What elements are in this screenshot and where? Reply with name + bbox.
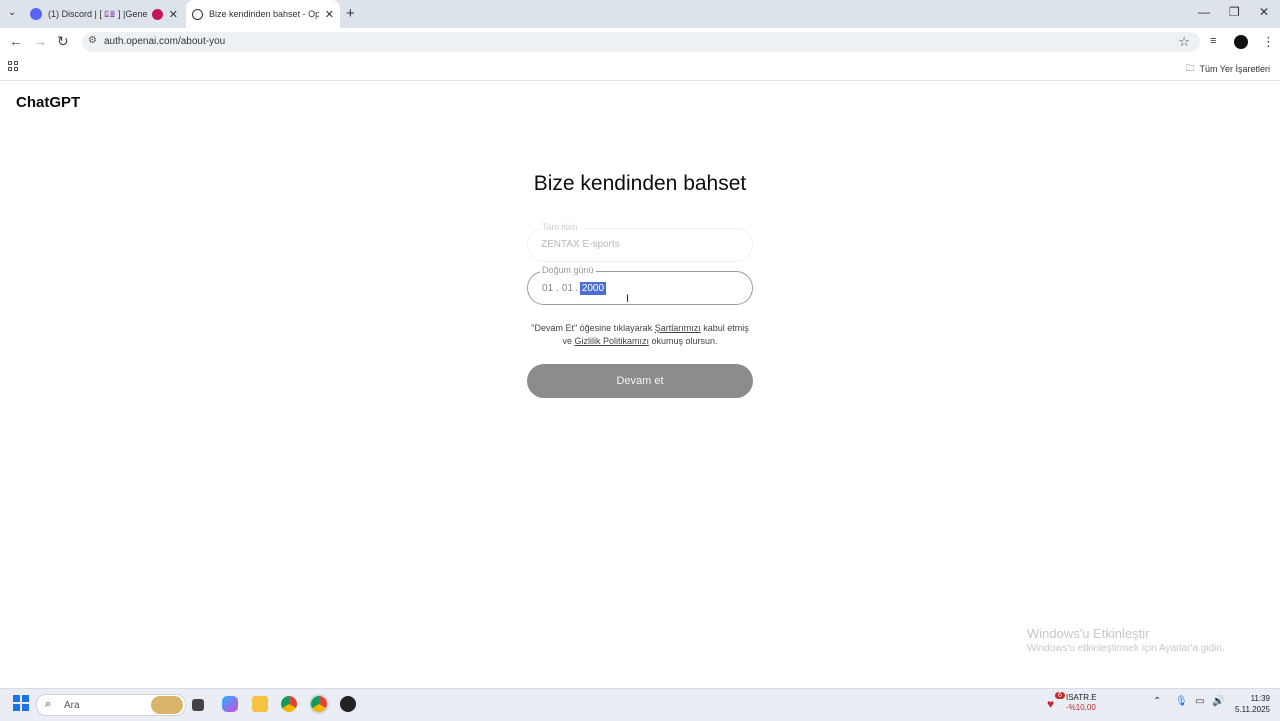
search-highlight-image (151, 696, 183, 714)
volume-icon[interactable]: 🔊 (1212, 696, 1224, 707)
taskbar-search[interactable]: ⌕ Ara (36, 694, 186, 716)
privacy-link[interactable]: Gizlilik Politikamızı (574, 336, 649, 346)
tab-title: (1) Discord | [ 💷 ] |General (48, 8, 148, 19)
copilot-icon[interactable] (222, 696, 238, 712)
close-window-icon[interactable]: ✕ (1259, 5, 1269, 19)
activation-watermark-title: Windows'u Etkinleştir (1027, 626, 1150, 641)
address-bar[interactable]: ⚙ auth.openai.com/about-you ☆ (82, 32, 1200, 52)
app-icon[interactable] (340, 696, 356, 712)
forward-icon[interactable]: → (33, 33, 47, 49)
openai-icon (192, 8, 203, 20)
new-tab-icon[interactable]: + (346, 5, 355, 22)
system-clock[interactable]: 11:39 5.11.2025 (1235, 693, 1270, 715)
back-icon[interactable]: ← (9, 33, 23, 49)
network-icon[interactable]: ▭ (1195, 696, 1204, 707)
continue-button[interactable]: Devam et (527, 364, 753, 398)
clock-time: 11:39 (1250, 694, 1270, 703)
folder-icon: 🗀 (1185, 63, 1195, 73)
stock-badge: 6 (1055, 692, 1065, 699)
file-explorer-icon[interactable] (252, 696, 268, 712)
terms-text: "Devam Et" öğesine tıklayarak (531, 323, 655, 333)
activation-watermark-text: Windows'u etkinleştirmek için Ayarlar'a … (1027, 643, 1225, 654)
full-name-field[interactable]: Tam isim ZENTAX E-sports (527, 222, 753, 262)
terms-text: okumuş olursun. (648, 336, 718, 346)
chrome-icon[interactable] (281, 696, 297, 712)
media-control-icon[interactable]: ≡ (1210, 35, 1216, 47)
search-icon: ⌕ (45, 698, 52, 710)
birthday-label: Doğum günü (540, 265, 596, 275)
chrome-active-icon[interactable] (311, 696, 327, 712)
text-cursor-icon: I (626, 293, 630, 305)
clock-date: 5.11.2025 (1235, 705, 1270, 714)
all-bookmarks-label: Tüm Yer İşaretleri (1199, 64, 1270, 74)
apps-icon[interactable] (8, 61, 18, 71)
birthday-day[interactable]: 01 (542, 283, 553, 294)
close-tab-icon[interactable]: ✕ (169, 8, 178, 21)
birthday-value: 01 . 01 . 2000 (542, 282, 607, 295)
menu-icon[interactable]: ⋮ (1262, 34, 1275, 50)
microphone-icon[interactable]: 🎙 (1175, 696, 1188, 707)
discord-icon (30, 8, 42, 20)
tray-chevron-icon[interactable]: ⌃ (1153, 696, 1161, 707)
restore-icon[interactable]: ❐ (1229, 5, 1240, 19)
terms-link[interactable]: Şartlarımızı (655, 323, 701, 333)
site-info-icon[interactable]: ⚙ (88, 35, 97, 46)
close-tab-icon[interactable]: ✕ (325, 8, 334, 21)
page-title: Bize kendinden bahset (533, 172, 747, 195)
full-name-value: ZENTAX E-sports (541, 239, 620, 250)
bookmarks-bar (0, 56, 1280, 81)
tab-openai[interactable]: Bize kendinden bahset - OpenAI ✕ (186, 0, 340, 28)
tab-search-chevron-icon[interactable]: ⌄ (8, 7, 16, 18)
minimize-icon[interactable]: — (1198, 5, 1210, 19)
date-separator: . (575, 283, 578, 294)
terms-notice: "Devam Et" öğesine tıklayarak Şartlarımı… (527, 322, 753, 348)
birthday-field[interactable]: Doğum günü 01 . 01 . 2000 (527, 265, 753, 305)
brand-logo: ChatGPT (16, 94, 81, 111)
tab-discord[interactable]: (1) Discord | [ 💷 ] |General ✕ (24, 0, 184, 28)
bookmark-star-icon[interactable]: ☆ (1178, 34, 1190, 50)
task-view-icon[interactable] (192, 699, 204, 711)
profile-avatar[interactable] (1234, 35, 1248, 49)
url-text: auth.openai.com/about-you (104, 36, 226, 47)
recording-icon (151, 8, 163, 20)
stock-name: ISATR.E (1066, 693, 1097, 702)
tab-title: Bize kendinden bahset - OpenAI (209, 9, 319, 19)
stock-ticker[interactable]: ISATR.E -%10,00 (1066, 693, 1097, 713)
search-placeholder: Ara (64, 700, 80, 711)
reload-icon[interactable]: ↻ (57, 33, 69, 50)
birthday-year[interactable]: 2000 (579, 282, 607, 295)
full-name-label: Tam isim (540, 222, 580, 232)
windows-start-icon[interactable] (13, 695, 29, 711)
birthday-month[interactable]: 01 (562, 283, 573, 294)
date-separator: . (556, 283, 559, 294)
stock-icon: ♥ (1047, 697, 1055, 711)
all-bookmarks[interactable]: 🗀 Tüm Yer İşaretleri (1185, 61, 1270, 77)
stock-change: -%10,00 (1066, 703, 1096, 712)
